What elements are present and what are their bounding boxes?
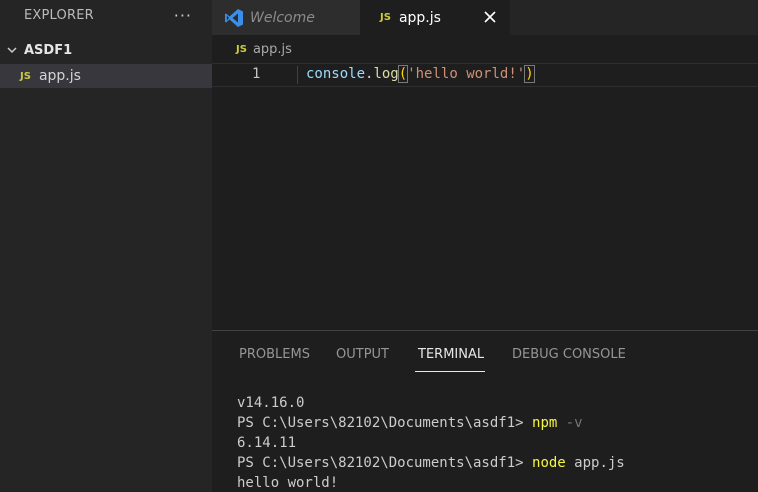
javascript-file-icon: JS [20, 70, 31, 82]
tab-terminal[interactable]: TERMINAL [418, 347, 484, 362]
code-token-open-paren: ( [397, 65, 409, 83]
terminal-command: npm [532, 415, 558, 431]
tab-output[interactable]: OUTPUT [336, 347, 389, 362]
tab-label: app.js [398, 9, 441, 26]
close-icon[interactable] [482, 9, 498, 25]
terminal-line: PS C:\Users\82102\Documents\asdf1> npm -… [237, 413, 625, 433]
line-number: 1 [252, 66, 261, 82]
editor-tab-bar: Welcome JS app.js [212, 0, 758, 35]
vscode-icon [225, 8, 243, 27]
file-name: app.js [38, 68, 81, 84]
explorer-title: EXPLORER [24, 7, 94, 23]
terminal-output[interactable]: v14.16.0 PS C:\Users\82102\Documents\asdf… [237, 393, 625, 492]
explorer-header: EXPLORER ··· [0, 0, 212, 30]
vscode-window: EXPLORER ··· ASDF1 JS app.js Welcome JS … [0, 0, 758, 492]
code-token-object: console [306, 66, 366, 82]
code-editor[interactable]: JS app.js 1 console.log('hello world!') [212, 35, 758, 330]
terminal-args: app.js [565, 455, 625, 471]
code-text[interactable]: console.log('hello world!') [306, 65, 535, 83]
more-actions-icon[interactable]: ··· [174, 6, 192, 25]
code-token-string: 'hello world!' [407, 66, 526, 82]
code-line[interactable]: 1 console.log('hello world!') [212, 63, 758, 87]
bottom-panel: PROBLEMS OUTPUT TERMINAL DEBUG CONSOLE v… [212, 330, 758, 492]
terminal-line: 6.14.11 [237, 435, 297, 451]
terminal-command: node [532, 455, 566, 471]
code-token-function: log [373, 66, 399, 82]
tab-problems[interactable]: PROBLEMS [239, 347, 310, 362]
terminal-args: -v [557, 415, 583, 431]
code-token-close-paren: ) [524, 65, 535, 83]
folder-asdf1[interactable]: ASDF1 [0, 38, 212, 62]
breadcrumb-item[interactable]: app.js [253, 42, 292, 57]
tab-appjs[interactable]: JS app.js [360, 0, 510, 35]
active-tab-indicator [415, 371, 485, 372]
tab-debug-console[interactable]: DEBUG CONSOLE [512, 347, 626, 362]
folder-name: ASDF1 [24, 42, 73, 58]
terminal-prompt: PS C:\Users\82102\Documents\asdf1> [237, 455, 533, 471]
explorer-sidebar: EXPLORER ··· ASDF1 JS app.js [0, 0, 212, 492]
chevron-down-icon [7, 47, 17, 54]
terminal-prompt: PS C:\Users\82102\Documents\asdf1> [237, 415, 533, 431]
tab-label: Welcome [250, 9, 315, 26]
cursor-guide [297, 66, 298, 84]
terminal-line: v14.16.0 [237, 395, 305, 411]
terminal-line: PS C:\Users\82102\Documents\asdf1> node … [237, 453, 625, 473]
file-item-appjs[interactable]: JS app.js [0, 64, 212, 88]
javascript-file-icon: JS [236, 43, 247, 55]
breadcrumb: JS app.js [212, 35, 758, 63]
panel-tab-bar: PROBLEMS OUTPUT TERMINAL DEBUG CONSOLE [212, 331, 758, 373]
javascript-file-icon: JS [380, 12, 391, 23]
terminal-line: hello world! [237, 475, 339, 491]
tab-welcome[interactable]: Welcome [212, 0, 360, 35]
